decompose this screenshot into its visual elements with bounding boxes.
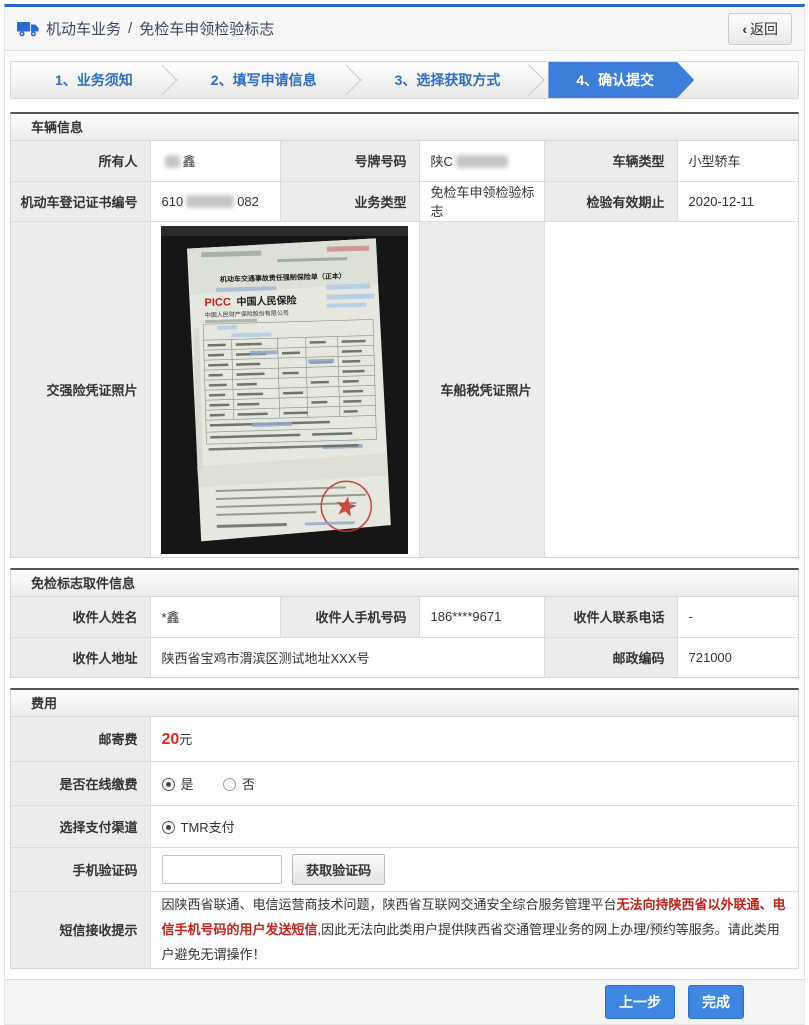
radio-unchecked-icon[interactable] — [223, 777, 237, 791]
vehicle-type-label: 车辆类型 — [543, 141, 678, 182]
valid-until-label: 检验有效期止 — [543, 180, 678, 222]
online-pay-label: 是否在线缴费 — [11, 760, 151, 806]
masked-text — [455, 155, 508, 169]
plate-value: 陕C — [418, 141, 545, 182]
pay-channel-label: 选择支付渠道 — [11, 804, 151, 848]
fee-header: 费用 — [11, 690, 798, 717]
back-button-label: 返回 — [750, 20, 778, 37]
online-pay-options: 是 否 — [149, 760, 798, 806]
step-2-fill-info[interactable]: 2、填写申请信息 — [167, 62, 331, 98]
table-row: 收件人地址 陕西省宝鸡市渭滨区测试地址XXX号 邮政编码 721000 — [11, 636, 798, 677]
pay-channel-options: TMR支付 — [149, 804, 798, 848]
table-row: 短信接收提示 因陕西省联通、电信运营商技术问题，陕西省互联网交通安全综合服务管理… — [11, 890, 798, 968]
fee-table: 邮寄费 20元 是否在线缴费 是 否 选择支付渠道 TMR支付 手机验证码 获取… — [11, 717, 798, 968]
page-footer: 上一步 完成 — [5, 978, 804, 1024]
recipient-phone-value: - — [676, 597, 798, 638]
tax-photo-cell — [543, 220, 798, 557]
page-container: 机动车业务 / 免检车申领检验标志 ‹ 返回 1、业务须知 2、填写申请信息 3、… — [4, 4, 805, 1025]
postage-amount: 20 — [161, 730, 180, 748]
breadcrumb: 机动车业务 / 免检车申领检验标志 — [17, 18, 274, 39]
page-title: 免检车申领检验标志 — [139, 21, 275, 38]
insurance-photo[interactable]: 机动车交通事故责任强制保险单（正本） PICC 中国人民保险 中国人民财产保险股… — [160, 225, 408, 554]
prev-step-button[interactable]: 上一步 — [605, 984, 675, 1019]
radio-option-label: 是 — [180, 776, 194, 792]
table-row: 收件人姓名 *鑫 收件人手机号码 186****9671 收件人联系电话 - — [11, 597, 798, 638]
get-sms-code-button[interactable]: 获取验证码 — [292, 853, 386, 885]
owner-label: 所有人 — [11, 141, 151, 182]
radio-option-label: 否 — [242, 776, 256, 792]
step-3-pickup-method[interactable]: 3、选择获取方式 — [351, 62, 515, 98]
table-row: 交强险凭证照片 机动车交通事故责任强制保险单（正本） PICC 中国人民保险 中… — [11, 220, 798, 557]
table-row: 是否在线缴费 是 否 — [11, 760, 798, 806]
masked-text — [164, 155, 180, 169]
vehicle-info-section: 车辆信息 所有人 鑫 号牌号码 陕C 车辆类型 小型轿车 机动车登记证书编号 6… — [10, 112, 799, 558]
recipient-address-label: 收件人地址 — [11, 636, 151, 677]
vehicle-type-value: 小型轿车 — [676, 141, 798, 182]
table-row: 机动车登记证书编号 610 082 业务类型 免检车申领检验标志 检验有效期止 2… — [11, 180, 798, 222]
breadcrumb-separator: / — [128, 20, 133, 37]
recipient-mobile-label: 收件人手机号码 — [279, 597, 420, 638]
radio-option-yes[interactable]: 是 — [161, 776, 194, 792]
reg-cert-label: 机动车登记证书编号 — [11, 180, 151, 222]
svg-text:PICC: PICC — [204, 296, 231, 309]
owner-value: 鑫 — [149, 141, 281, 182]
vehicle-info-table: 所有人 鑫 号牌号码 陕C 车辆类型 小型轿车 机动车登记证书编号 610 082… — [11, 141, 798, 557]
page-body: 1、业务须知 2、填写申请信息 3、选择获取方式 4、确认提交 车辆信息 所有人… — [5, 51, 804, 969]
section-title: 机动车业务 — [46, 21, 122, 38]
chevron-right-icon — [513, 64, 545, 96]
page-header: 机动车业务 / 免检车申领检验标志 ‹ 返回 — [5, 7, 804, 51]
zipcode-value: 721000 — [676, 636, 798, 677]
recipient-address-value: 陕西省宝鸡市渭滨区测试地址XXX号 — [149, 636, 545, 677]
pickup-info-table: 收件人姓名 *鑫 收件人手机号码 186****9671 收件人联系电话 - 收… — [11, 597, 798, 677]
radio-option-no[interactable]: 否 — [223, 777, 255, 792]
sms-notice-label: 短信接收提示 — [11, 890, 151, 968]
reg-cert-value: 610 082 — [149, 180, 281, 222]
table-row: 邮寄费 20元 — [11, 717, 798, 762]
recipient-mobile-value: 186****9671 — [418, 597, 545, 638]
radio-option-tmr-pay[interactable]: TMR支付 — [161, 819, 235, 835]
biz-type-label: 业务类型 — [279, 180, 420, 222]
pickup-info-section: 免检标志取件信息 收件人姓名 *鑫 收件人手机号码 186****9671 收件… — [10, 568, 799, 678]
vehicle-info-header: 车辆信息 — [11, 114, 798, 141]
step-4-confirm-submit[interactable]: 4、确认提交 — [548, 62, 694, 98]
sms-code-input[interactable] — [161, 854, 282, 884]
zipcode-label: 邮政编码 — [543, 636, 678, 677]
plate-label: 号牌号码 — [279, 141, 420, 182]
sms-notice-text: 因陕西省联通、电信运营商技术问题，陕西省互联网交通安全综合服务管理平台无法向持陕… — [149, 890, 798, 968]
recipient-name-label: 收件人姓名 — [11, 597, 151, 638]
biz-type-value: 免检车申领检验标志 — [418, 180, 545, 222]
radio-option-label: TMR支付 — [180, 819, 235, 835]
radio-checked-icon[interactable] — [161, 777, 175, 791]
table-row: 选择支付渠道 TMR支付 — [11, 804, 798, 848]
postage-label: 邮寄费 — [11, 717, 151, 762]
table-row: 所有人 鑫 号牌号码 陕C 车辆类型 小型轿车 — [11, 141, 798, 182]
postage-unit: 元 — [179, 731, 193, 747]
recipient-name-value: *鑫 — [149, 597, 281, 638]
truck-icon — [17, 20, 39, 37]
done-button[interactable]: 完成 — [688, 984, 744, 1019]
step-wizard: 1、业务须知 2、填写申请信息 3、选择获取方式 4、确认提交 — [10, 61, 799, 99]
back-chevron-icon: ‹ — [742, 20, 747, 37]
insurance-photo-label: 交强险凭证照片 — [11, 220, 151, 557]
valid-until-value: 2020-12-11 — [676, 180, 798, 222]
notice-text: 因陕西省联通、电信运营商技术问题，陕西省互联网交通安全综合服务管理平台 — [161, 896, 617, 912]
recipient-phone-label: 收件人联系电话 — [543, 597, 678, 638]
step-1-notice[interactable]: 1、业务须知 — [11, 62, 147, 98]
radio-checked-icon[interactable] — [161, 820, 175, 834]
sms-code-label: 手机验证码 — [11, 846, 151, 892]
masked-text — [186, 194, 235, 208]
insurance-photo-cell: 机动车交通事故责任强制保险单（正本） PICC 中国人民保险 中国人民财产保险股… — [149, 220, 420, 557]
postage-value: 20元 — [149, 717, 798, 762]
tax-photo-label: 车船税凭证照片 — [418, 220, 545, 557]
fee-section: 费用 邮寄费 20元 是否在线缴费 是 否 选择支付渠道 TMR支付 手机验证码… — [10, 688, 799, 969]
pickup-info-header: 免检标志取件信息 — [11, 570, 798, 597]
table-row: 手机验证码 获取验证码 — [11, 846, 798, 892]
sms-code-cell: 获取验证码 — [149, 846, 798, 892]
back-button[interactable]: ‹ 返回 — [728, 12, 792, 45]
